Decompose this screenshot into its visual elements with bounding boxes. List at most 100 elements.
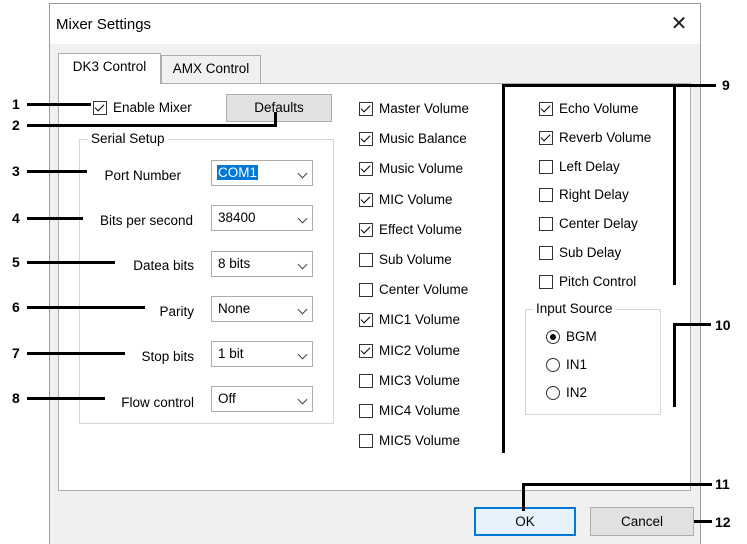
reverb-volume-label: Reverb Volume [559,130,652,145]
mic2-volume-checkbox[interactable] [359,344,373,358]
stop-bits-value: 1 bit [218,346,244,361]
leader-line-12 [694,520,712,523]
sub-delay-checkbox[interactable] [539,246,553,260]
leader-line-8 [27,397,105,400]
leader-line-5 [27,261,115,264]
parity-select[interactable]: None [211,296,313,322]
callout-8: 8 [12,390,20,406]
leader-line-9-right [673,84,676,285]
master-volume-checkbox[interactable] [359,102,373,116]
tab-amx-control[interactable]: AMX Control [161,55,261,83]
chevron-down-icon [297,394,308,405]
flow-control-value: Off [218,391,236,406]
data-bits-value: 8 bits [218,256,251,271]
master-volume-label: Master Volume [379,101,470,116]
left-delay-checkbox[interactable] [539,160,553,174]
music-balance-checkbox[interactable] [359,132,373,146]
chevron-down-icon [297,259,308,270]
effect-volume-checkbox[interactable] [359,223,373,237]
leader-line-2-riser [274,112,277,127]
leader-line-10 [673,323,711,326]
mic5-volume-checkbox[interactable] [359,434,373,448]
title-bar: Mixer Settings ✕ [50,4,700,44]
sub-volume-label: Sub Volume [379,252,452,267]
mic-volume-label: MIC Volume [379,192,453,207]
right-delay-label: Right Delay [559,187,629,202]
mic4-volume-label: MIC4 Volume [379,403,461,418]
callout-7: 7 [12,345,20,361]
leader-line-11 [522,483,712,486]
reverb-volume-checkbox[interactable] [539,131,553,145]
mic3-volume-checkbox[interactable] [359,374,373,388]
leader-line-4 [27,217,83,220]
leader-line-3 [27,170,87,173]
leader-line-6 [27,306,145,309]
callout-10: 10 [715,317,731,333]
data-bits-select[interactable]: 8 bits [211,251,313,277]
close-icon[interactable]: ✕ [664,10,694,38]
mic1-volume-label: MIC1 Volume [379,312,461,327]
enable-mixer-checkbox[interactable] [93,101,107,115]
chevron-down-icon [297,213,308,224]
callout-5: 5 [12,254,20,270]
callout-3: 3 [12,163,20,179]
echo-volume-checkbox[interactable] [539,102,553,116]
ok-button[interactable]: OK [474,507,576,536]
music-volume-checkbox[interactable] [359,162,373,176]
input-source-label: Input Source [533,301,616,316]
radio-bgm[interactable] [546,330,560,344]
leader-line-10-drop [673,323,676,407]
port-number-select[interactable]: COM1 [211,160,313,186]
data-bits-label: Datea bits [133,258,194,273]
leader-line-7 [27,352,125,355]
bits-per-second-label: Bits per second [99,213,193,228]
flow-control-label: Flow control [121,395,194,410]
leader-line-1 [27,103,91,106]
radio-in1[interactable] [546,358,560,372]
mic5-volume-label: MIC5 Volume [379,433,461,448]
leader-line-11-drop [522,483,525,511]
center-volume-checkbox[interactable] [359,283,373,297]
pitch-control-checkbox[interactable] [539,275,553,289]
bits-per-second-value: 38400 [218,210,256,225]
chevron-down-icon [297,349,308,360]
callout-9: 9 [722,77,730,93]
chevron-down-icon [297,304,308,315]
sub-volume-checkbox[interactable] [359,253,373,267]
chevron-down-icon [297,168,308,179]
stop-bits-select[interactable]: 1 bit [211,341,313,367]
stop-bits-label: Stop bits [141,349,194,364]
parity-label: Parity [159,304,194,319]
bits-per-second-select[interactable]: 38400 [211,205,313,231]
center-delay-checkbox[interactable] [539,217,553,231]
serial-setup-label: Serial Setup [88,131,168,146]
flow-control-select[interactable]: Off [211,386,313,412]
music-volume-label: Music Volume [379,161,464,176]
mic3-volume-label: MIC3 Volume [379,373,461,388]
music-balance-label: Music Balance [379,131,467,146]
port-number-label: Port Number [104,168,181,183]
defaults-button[interactable]: Defaults [226,94,332,122]
callout-12: 12 [715,514,731,530]
center-delay-label: Center Delay [559,216,638,231]
radio-in2[interactable] [546,386,560,400]
echo-volume-label: Echo Volume [559,101,639,116]
tab-dk3-control[interactable]: DK3 Control [58,53,161,84]
parity-value: None [218,301,251,316]
mic1-volume-checkbox[interactable] [359,313,373,327]
leader-line-9-left [502,84,505,453]
mic-volume-checkbox[interactable] [359,193,373,207]
leader-line-9 [502,84,716,87]
sub-delay-label: Sub Delay [559,245,622,260]
radio-bgm-label: BGM [566,329,597,344]
callout-4: 4 [12,210,20,226]
mic4-volume-checkbox[interactable] [359,404,373,418]
radio-in2-label: IN2 [566,385,588,400]
callout-2: 2 [12,117,20,133]
callout-6: 6 [12,299,20,315]
right-delay-checkbox[interactable] [539,188,553,202]
mic2-volume-label: MIC2 Volume [379,343,461,358]
callout-1: 1 [12,96,20,112]
pitch-control-label: Pitch Control [559,274,637,289]
cancel-button[interactable]: Cancel [590,507,694,536]
